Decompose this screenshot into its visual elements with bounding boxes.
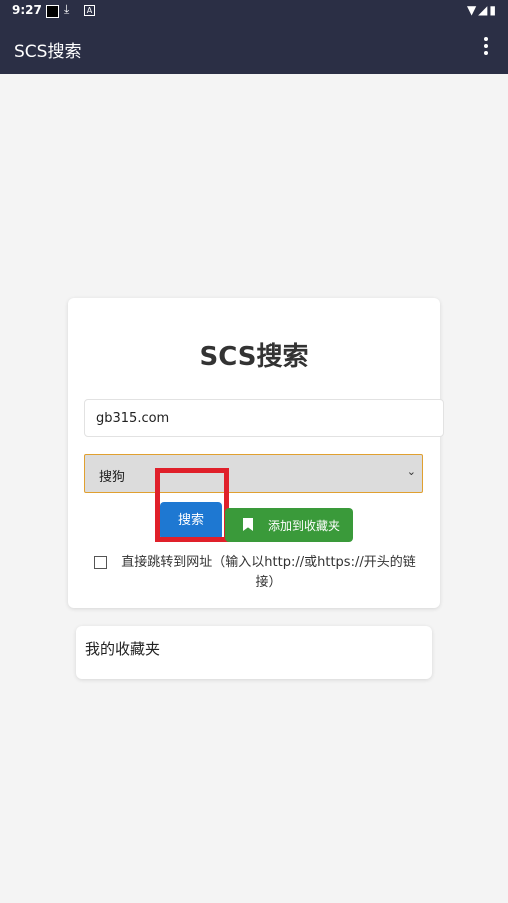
- bookmark-icon: [243, 518, 253, 531]
- add-favorite-label: 添加到收藏夹: [268, 519, 341, 533]
- app-title: SCS搜索: [14, 42, 82, 62]
- engine-selected-value: 搜狗: [99, 470, 126, 485]
- status-time: 9:27: [12, 3, 42, 17]
- more-vert-icon[interactable]: [478, 34, 494, 60]
- favorites-card: 我的收藏夹: [76, 626, 432, 679]
- direct-jump-option: 直接跳转到网址（输入以http://或https://开头的链接）: [94, 553, 424, 593]
- direct-jump-checkbox[interactable]: [94, 556, 107, 569]
- favorites-title: 我的收藏夹: [85, 640, 161, 658]
- chevron-down-icon: ⌄: [406, 465, 416, 478]
- page-title: SCS搜索: [199, 342, 309, 372]
- direct-jump-label: 直接跳转到网址（输入以http://或https://开头的链接）: [121, 555, 416, 590]
- signal-battery-icons: ▼◢▮: [466, 3, 498, 17]
- search-card: SCS搜索 搜狗 ⌄ 搜索 添加到收藏夹 直接跳转到网址（输入以http://或…: [68, 298, 444, 608]
- download-icon: ⤓: [64, 2, 70, 16]
- engine-select[interactable]: 搜狗 ⌄: [84, 454, 423, 493]
- search-input[interactable]: [84, 399, 444, 437]
- a-notification-icon: A: [84, 5, 95, 16]
- status-bar: 9:27 ⤓ A ▼◢▮: [0, 0, 508, 22]
- add-favorite-button[interactable]: 添加到收藏夹: [225, 508, 353, 542]
- highlight-box: [155, 468, 229, 542]
- notification-square-icon: [46, 5, 59, 18]
- app-bar: SCS搜索: [0, 22, 508, 74]
